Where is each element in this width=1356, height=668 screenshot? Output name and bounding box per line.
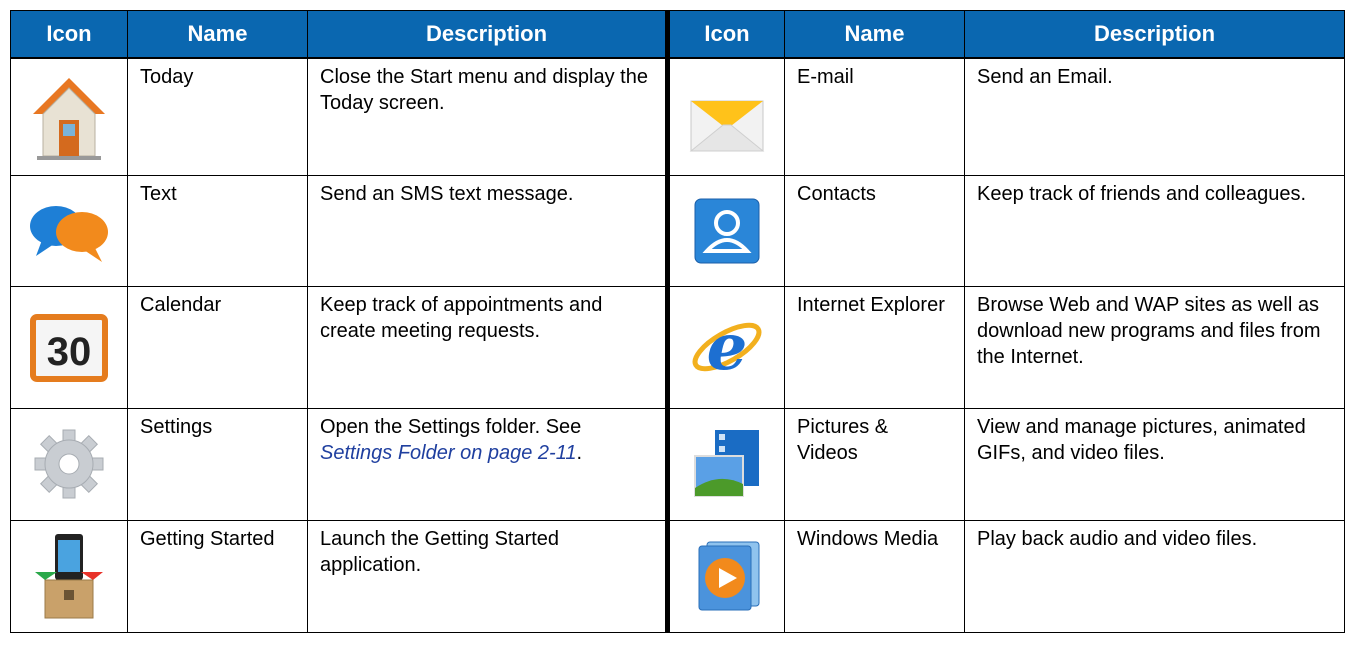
internet-explorer-icon: e <box>665 285 785 409</box>
header-icon-right: Icon <box>665 10 785 59</box>
calendar-icon: 30 <box>10 285 128 409</box>
header-name-left: Name <box>127 10 308 59</box>
header-description-left: Description <box>307 10 668 59</box>
table-row: Text Send an SMS text message. Contacts … <box>10 174 1345 287</box>
envelope-icon <box>665 57 785 176</box>
program-description: Close the Start menu and display the Tod… <box>307 57 668 176</box>
table-row: Today Close the Start menu and display t… <box>10 57 1345 176</box>
table-row: Getting Started Launch the Getting Start… <box>10 519 1345 633</box>
program-description: Send an Email. <box>964 57 1345 176</box>
program-name: Calendar <box>127 285 308 409</box>
getting-started-icon <box>10 519 128 633</box>
header-description-right: Description <box>964 10 1345 59</box>
program-name: Settings <box>127 407 308 521</box>
windows-media-icon <box>665 519 785 633</box>
description-link-prefix: See <box>545 415 582 438</box>
table-row: 30 Calendar Keep track of appointments a… <box>10 285 1345 409</box>
contact-card-icon <box>665 174 785 287</box>
pictures-videos-icon <box>665 407 785 521</box>
program-description: Browse Web and WAP sites as well as down… <box>964 285 1345 409</box>
program-description: Keep track of friends and colleagues. <box>964 174 1345 287</box>
svg-text:e: e <box>707 310 748 385</box>
program-name: Text <box>127 174 308 287</box>
chat-bubbles-icon <box>10 174 128 287</box>
gear-icon <box>10 407 128 521</box>
program-name: Internet Explorer <box>784 285 965 409</box>
description-suffix: . <box>576 441 583 464</box>
settings-folder-link[interactable]: Settings Folder on page 2-11 <box>320 442 576 464</box>
header-icon-left: Icon <box>10 10 128 59</box>
program-description: Launch the Getting Started application. <box>307 519 668 633</box>
program-name: Getting Started <box>127 519 308 633</box>
program-name: Pictures & Videos <box>784 407 965 521</box>
table-row: Settings Open the Settings folder. See S… <box>10 407 1345 521</box>
house-icon <box>10 57 128 176</box>
program-description: Open the Settings folder. See Settings F… <box>307 407 668 521</box>
program-name: Today <box>127 57 308 176</box>
program-description: View and manage pictures, animated GIFs,… <box>964 407 1345 521</box>
program-description: Send an SMS text message. <box>307 174 668 287</box>
header-name-right: Name <box>784 10 965 59</box>
program-name: Windows Media <box>784 519 965 633</box>
program-name: Contacts <box>784 174 965 287</box>
program-description: Play back audio and video files. <box>964 519 1345 633</box>
calendar-icon-text: 30 <box>47 330 92 374</box>
program-name: E-mail <box>784 57 965 176</box>
header-row: Icon Name Description Icon Name Descript… <box>10 10 1345 59</box>
description-text: Open the Settings folder. <box>320 415 541 438</box>
program-icons-table: Icon Name Description Icon Name Descript… <box>10 10 1345 633</box>
program-description: Keep track of appointments and create me… <box>307 285 668 409</box>
